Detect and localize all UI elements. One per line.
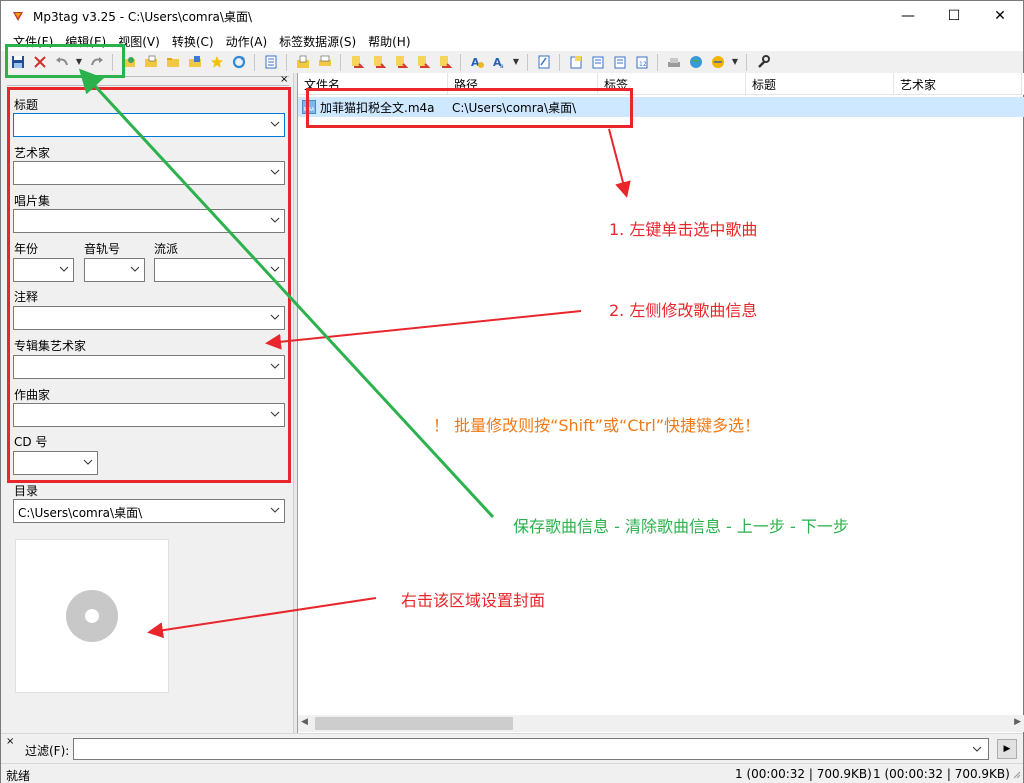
annotation-batch-note: ！ 批量修改则按“Shift”或“Ctrl”快捷键多选！ (433, 416, 761, 435)
annotation-cover-hint: 右击该区域设置封面 (401, 591, 546, 610)
toolbar-separator (559, 53, 560, 71)
svg-text:12: 12 (639, 61, 647, 68)
cd-disc-icon (66, 590, 118, 642)
refresh-icon[interactable] (230, 54, 247, 71)
title-bar: Mp3tag v3.25 - C:\Users\comra\桌面\ — ☐ ✕ (1, 1, 1023, 31)
freedb-icon[interactable] (611, 54, 628, 71)
menu-tag-sources[interactable]: 标签数据源(S) (273, 33, 362, 50)
status-selected: 1 (00:00:32 | 700.9KB) (735, 767, 872, 781)
column-title[interactable]: 标题 (746, 73, 894, 95)
filter-close-icon[interactable]: × (6, 736, 14, 747)
toolbar-separator (527, 53, 528, 71)
filter-input[interactable] (73, 738, 989, 760)
favorites-icon[interactable] (208, 54, 225, 71)
menu-convert[interactable]: 转换(C) (166, 33, 220, 50)
scrollbar-thumb[interactable] (315, 717, 513, 730)
toolbar-separator (340, 53, 341, 71)
action-dropdown-icon[interactable]: ▼ (512, 54, 520, 71)
status-total: 1 (00:00:32 | 700.9KB) (873, 767, 1010, 781)
status-bar: 就绪 1 (00:00:32 | 700.9KB) 1 (00:00:32 | … (1, 763, 1023, 783)
autonumber-icon[interactable]: Aa (490, 54, 507, 71)
menu-bar: 文件(F) 编辑(E) 视图(V) 转换(C) 动作(A) 标签数据源(S) 帮… (1, 31, 1023, 51)
print-icon[interactable] (316, 54, 333, 71)
maximize-button[interactable]: ☐ (931, 1, 977, 31)
window-title: Mp3tag v3.25 - C:\Users\comra\桌面\ (33, 9, 252, 24)
filter-label: 过滤(F): (25, 744, 70, 758)
discogs-icon[interactable] (665, 54, 682, 71)
text-to-tag-icon[interactable] (392, 54, 409, 71)
svg-text:a: a (500, 63, 504, 69)
case-conversion-icon[interactable]: A (468, 54, 485, 71)
settings-icon[interactable] (754, 54, 771, 71)
toolbar-separator (657, 53, 658, 71)
resize-grip-icon[interactable] (1011, 769, 1021, 779)
cover-art-area[interactable] (15, 539, 169, 693)
open-folder-icon[interactable] (164, 54, 181, 71)
tag-panel-close-icon[interactable]: × (280, 74, 288, 85)
menu-actions[interactable]: 动作(A) (220, 33, 274, 50)
menu-help[interactable]: 帮助(H) (362, 33, 416, 50)
auto-numbering-wizard-icon[interactable] (567, 54, 584, 71)
tag-to-filename-icon[interactable] (348, 54, 365, 71)
mp3tag-logo-icon (11, 9, 25, 23)
annotation-fields-box (7, 87, 291, 483)
directory-label: 目录 (14, 484, 39, 498)
tag-sources-icon[interactable] (589, 54, 606, 71)
toolbar-separator (286, 53, 287, 71)
horizontal-scrollbar[interactable]: ◀ ▶ (298, 715, 1024, 732)
export-icon[interactable] (294, 54, 311, 71)
annotation-file-box (306, 88, 633, 128)
add-dir-icon[interactable] (142, 54, 159, 71)
folder-up-icon[interactable] (186, 54, 203, 71)
directory-field[interactable]: C:\Users\comra\桌面\ (13, 499, 285, 523)
column-artist[interactable]: 艺术家 (894, 73, 1022, 95)
chevron-down-icon (972, 746, 982, 752)
extended-tags-icon[interactable] (535, 54, 552, 71)
scroll-right-icon[interactable]: ▶ (1014, 717, 1021, 727)
web-sources-icon[interactable]: 12 (633, 54, 650, 71)
filter-bar: × 过滤(F): ▶ (1, 733, 1023, 763)
close-button[interactable]: ✕ (977, 1, 1023, 31)
toolbar-separator (460, 53, 461, 71)
annotation-toolbar-box (5, 44, 125, 78)
web-search-icon[interactable] (709, 54, 726, 71)
toolbar-separator (746, 53, 747, 71)
status-text: 就绪 (6, 769, 31, 783)
toolbar: ▼ A Aa ▼ 12 ▼ (1, 51, 1023, 73)
playlist-icon[interactable] (262, 54, 279, 71)
scroll-left-icon[interactable]: ◀ (301, 717, 308, 727)
actions-icon[interactable] (436, 54, 453, 71)
mp3tag-window: Mp3tag v3.25 - C:\Users\comra\桌面\ — ☐ ✕ … (0, 0, 1024, 783)
web-dropdown-icon[interactable]: ▼ (731, 54, 739, 71)
annotation-step1: 1. 左键单击选中歌曲 (609, 220, 758, 239)
toolbar-separator (254, 53, 255, 71)
file-list: 文件名 路径 标签 标题 艺术家 M4A 加菲猫扣税全文.m4a C:\User… (297, 73, 1024, 733)
svg-text:A: A (471, 56, 480, 69)
filter-apply-button[interactable]: ▶ (997, 739, 1017, 759)
chevron-down-icon (270, 507, 280, 513)
annotation-toolbar-hint: 保存歌曲信息 - 清除歌曲信息 - 上一步 - 下一步 (513, 517, 849, 536)
annotation-step2: 2. 左侧修改歌曲信息 (609, 301, 758, 320)
globe-icon[interactable] (687, 54, 704, 71)
tag-to-tag-icon[interactable] (414, 54, 431, 71)
minimize-button[interactable]: — (885, 1, 931, 31)
filename-to-tag-icon[interactable] (370, 54, 387, 71)
